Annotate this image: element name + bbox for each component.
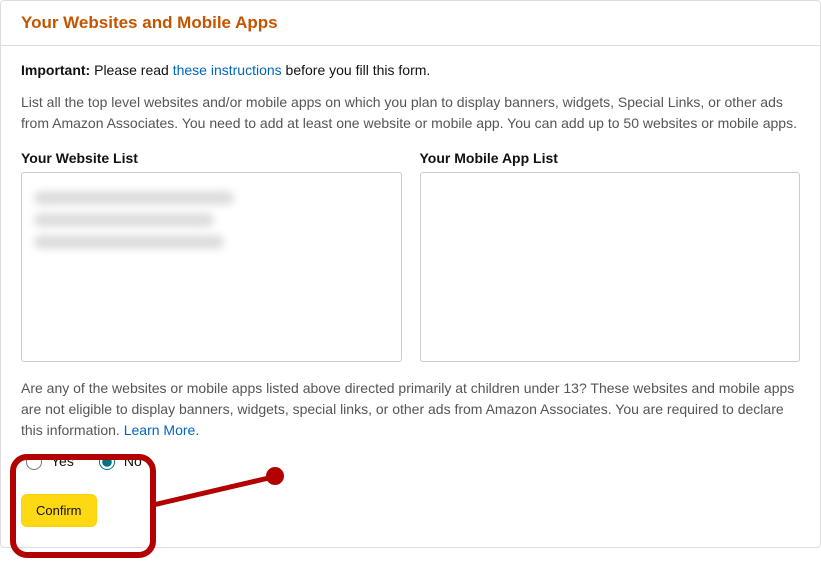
radio-yes-input[interactable] <box>26 454 42 470</box>
list-item <box>34 235 224 249</box>
radio-no-option[interactable]: No <box>94 451 142 470</box>
radio-no-input[interactable] <box>99 454 115 470</box>
radio-yes-option[interactable]: Yes <box>21 451 74 470</box>
list-item <box>34 213 214 227</box>
mobile-list-label: Your Mobile App List <box>420 150 801 166</box>
mobile-list-box[interactable] <box>420 172 801 362</box>
panel-header: Your Websites and Mobile Apps <box>1 1 820 46</box>
list-item <box>34 191 234 205</box>
important-pre: Please read <box>90 62 173 78</box>
website-list-col: Your Website List <box>21 150 402 362</box>
confirm-button[interactable]: Confirm <box>21 494 97 527</box>
coppa-radio-group: Yes No <box>21 451 800 470</box>
radio-yes-label: Yes <box>51 453 74 469</box>
radio-no-label: No <box>124 453 142 469</box>
description-text: List all the top level websites and/or m… <box>21 92 800 134</box>
websites-apps-panel: Your Websites and Mobile Apps Important:… <box>0 0 821 548</box>
instructions-link[interactable]: these instructions <box>173 62 282 78</box>
lists-row: Your Website List Your Mobile App List <box>21 150 800 362</box>
coppa-question: Are any of the websites or mobile apps l… <box>21 378 800 441</box>
website-list-label: Your Website List <box>21 150 402 166</box>
panel-title: Your Websites and Mobile Apps <box>21 13 800 33</box>
important-label: Important: <box>21 62 90 78</box>
question-period: . <box>195 422 199 438</box>
panel-body: Important: Please read these instruction… <box>1 46 820 547</box>
important-post: before you fill this form. <box>282 62 431 78</box>
important-line: Important: Please read these instruction… <box>21 62 800 78</box>
learn-more-link[interactable]: Learn More <box>124 422 196 438</box>
mobile-list-col: Your Mobile App List <box>420 150 801 362</box>
website-list-box[interactable] <box>21 172 402 362</box>
